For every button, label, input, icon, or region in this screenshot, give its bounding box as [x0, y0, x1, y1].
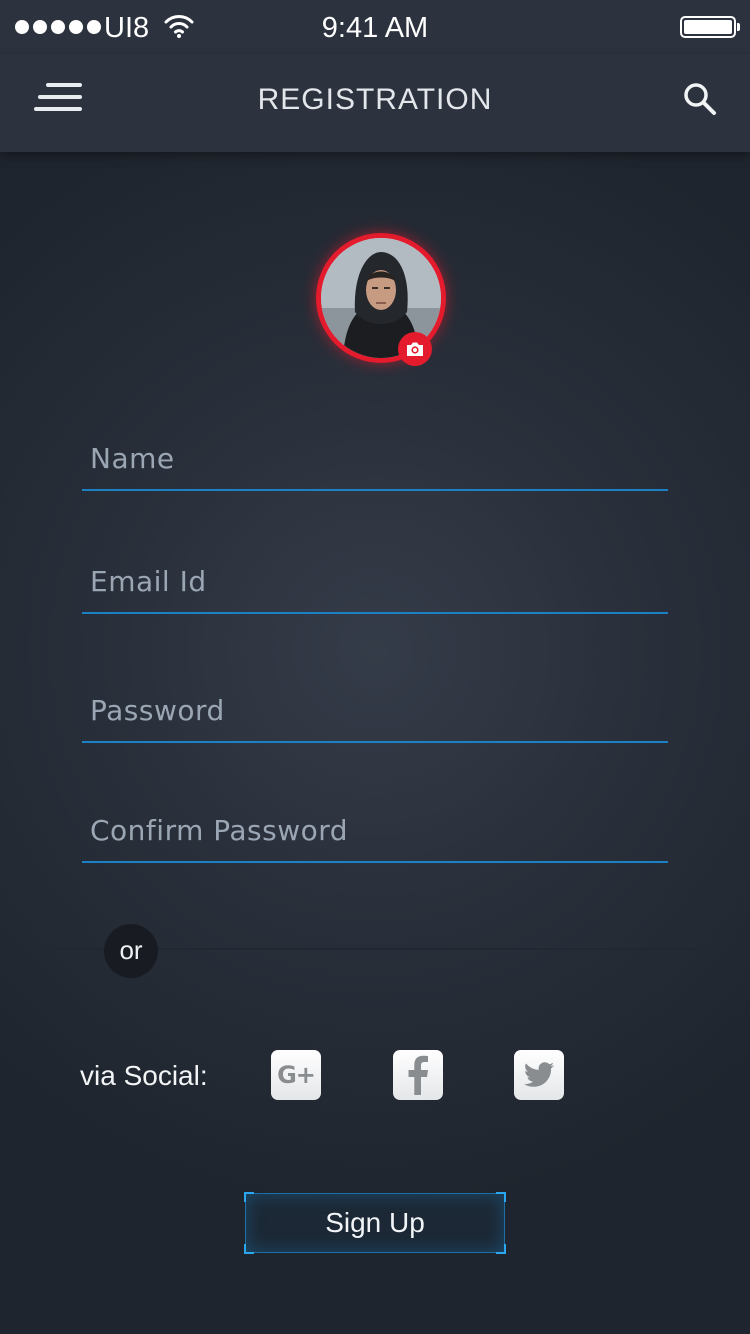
email-field-container: [82, 550, 668, 614]
search-icon[interactable]: [682, 81, 718, 117]
name-input[interactable]: [82, 427, 668, 489]
nav-bar: REGISTRATION: [0, 54, 750, 152]
camera-icon[interactable]: [398, 332, 432, 366]
or-badge: or: [104, 924, 158, 978]
email-input[interactable]: [82, 550, 668, 612]
sign-up-label: Sign Up: [325, 1207, 425, 1238]
facebook-button[interactable]: [393, 1050, 443, 1100]
registration-screen: UI8 9:41 AM REGISTRATION Name Email Id P…: [0, 0, 750, 1334]
status-time: 9:41 AM: [321, 12, 429, 44]
battery-icon: [680, 16, 740, 38]
google-plus-button[interactable]: G+: [271, 1050, 321, 1100]
confirm-password-input[interactable]: [82, 799, 668, 861]
twitter-icon: [524, 1062, 555, 1087]
twitter-button[interactable]: [514, 1050, 564, 1100]
password-field-container: [82, 679, 668, 743]
social-label: via Social:: [80, 1060, 208, 1091]
google-plus-icon: G+: [277, 1061, 316, 1089]
name-field-container: [82, 427, 668, 491]
sign-up-button[interactable]: Sign Up: [244, 1192, 506, 1254]
status-bar: UI8 9:41 AM: [0, 0, 750, 54]
confirm-password-field-container: [82, 799, 668, 863]
password-input[interactable]: [82, 679, 668, 741]
page-title: REGISTRATION: [257, 83, 493, 116]
facebook-icon: [408, 1055, 428, 1095]
